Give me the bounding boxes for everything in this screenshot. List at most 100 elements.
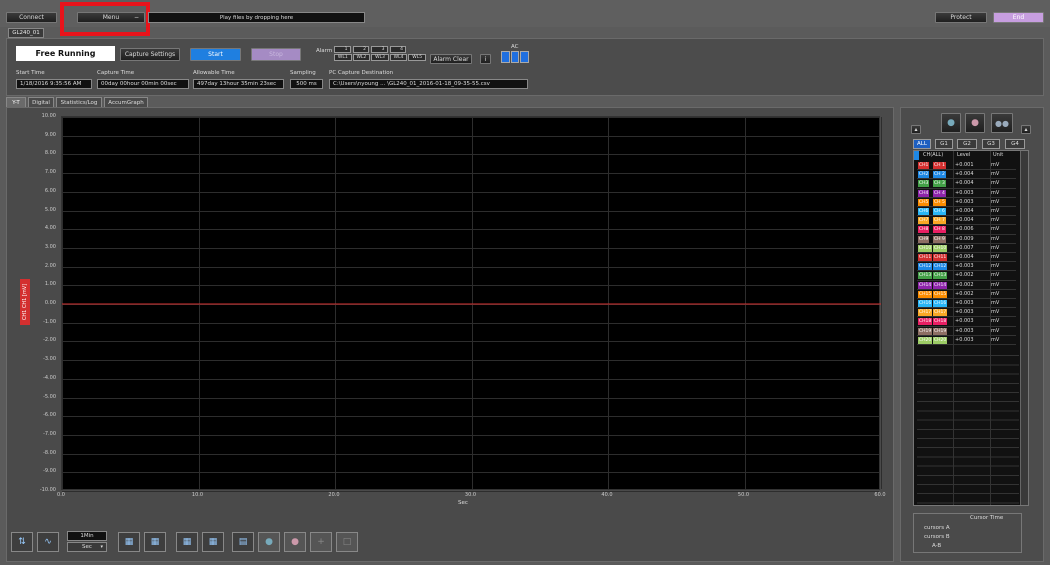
grid-layout-icon[interactable]: ▦	[176, 532, 198, 552]
channel-row[interactable]: CH19 CH19 +0.003 mV	[917, 327, 1016, 336]
channel-level: +0.003	[955, 336, 974, 343]
y-tick-label: -3.00	[43, 356, 56, 363]
channel-row[interactable]: CH15 CH15 +0.002 mV	[917, 290, 1016, 299]
channel-unit: mV	[991, 290, 1000, 297]
connect-button[interactable]: Connect	[6, 12, 57, 23]
group-button-g1[interactable]: G1	[935, 139, 953, 149]
channel-row[interactable]: CH1 CH 1 +0.001 mV	[917, 161, 1016, 171]
channel-row[interactable]: CH9 CH 9 +0.009 mV	[917, 235, 1016, 244]
fit-wave-icon[interactable]: ∿	[37, 532, 59, 552]
channel-row[interactable]: CH2 CH 2 +0.004 mV	[917, 170, 1016, 180]
channel-row[interactable]: CH6 CH 6 +0.004 mV	[917, 207, 1016, 217]
y-tick-label: 4.00	[44, 225, 56, 232]
channel-level: +0.009	[955, 235, 974, 242]
channel-unit: mV	[991, 217, 1000, 224]
channel-scrollbar[interactable]	[1020, 151, 1028, 505]
x-tick-label: 40.0	[601, 492, 613, 498]
start-button[interactable]: Start	[190, 48, 241, 61]
channel-tag: CH19	[918, 327, 933, 335]
file-drop-zone[interactable]: Play files by dropping here	[148, 12, 365, 23]
channel-tag: CH2	[918, 171, 930, 179]
cursor-b-label: cursors B	[924, 534, 950, 540]
cursor-a-toggle-icon[interactable]: ●	[941, 113, 961, 133]
channel-unit: mV	[991, 272, 1000, 279]
channel-level: +0.004	[955, 217, 974, 224]
channel-name-cell: CH19 CH19	[917, 327, 953, 335]
split-down-icon[interactable]: ▦	[118, 532, 140, 552]
stop-button[interactable]: Stop	[251, 48, 301, 61]
group-button-all[interactable]: ALL	[913, 139, 931, 149]
cursor-a-label: cursors A	[924, 525, 950, 531]
channel-row[interactable]: CH8 CH 8 +0.006 mV	[917, 225, 1016, 235]
crosshair-icon[interactable]: +	[310, 532, 332, 552]
y-tick-label: 7.00	[44, 169, 56, 176]
channel-unit: mV	[991, 226, 1000, 233]
channel-row[interactable]: CH17 CH17 +0.003 mV	[917, 308, 1016, 318]
plot-canvas[interactable]	[61, 116, 882, 492]
channel-label: CH 5	[933, 198, 946, 206]
channel-row[interactable]: CH11 CH11 +0.004 mV	[917, 253, 1016, 263]
channel-row[interactable]: CH16 CH16 +0.003 mV	[917, 299, 1016, 309]
alarm-clear-button[interactable]: Alarm Clear	[430, 54, 472, 64]
channel-row[interactable]: CH12 CH12 +0.003 mV	[917, 262, 1016, 272]
pc-capture-dest-value[interactable]: C:\Users\nyoung ... \GL240_01_2016-01-18…	[329, 79, 528, 89]
time-span-value[interactable]: 1Min	[67, 531, 107, 541]
scroll-up-left-button[interactable]: ▴	[911, 125, 921, 134]
group-button-g3[interactable]: G3	[982, 139, 1000, 149]
protect-button[interactable]: Protect	[935, 12, 987, 23]
y-tick-label: 3.00	[44, 243, 56, 250]
cursor-a-icon[interactable]: ●	[258, 532, 280, 552]
tab-statistics-log[interactable]: Statistics/Log	[56, 97, 102, 107]
channel-name-cell: CH18 CH18	[917, 317, 953, 326]
channel-name-cell: CH16 CH16	[917, 299, 953, 307]
channel-tag: CH3	[918, 180, 930, 188]
device-tab[interactable]: GL240_01	[8, 28, 44, 38]
channel-name-cell: CH9 CH 9	[917, 235, 953, 243]
channel-unit: mV	[991, 162, 1000, 168]
y-tick-label: 5.00	[44, 206, 56, 213]
end-button[interactable]: End	[993, 12, 1044, 23]
alarm-indicator-3: 3	[371, 46, 388, 53]
group-button-g4[interactable]: G4	[1005, 139, 1025, 149]
channel-row[interactable]: CH14 CH14 +0.002 mV	[917, 281, 1016, 290]
channel-label: CH 1	[933, 162, 946, 169]
channel-name-cell: CH12 CH12	[917, 262, 953, 271]
y-axis-label[interactable]: CH1 CH1 [mV]	[20, 279, 30, 325]
channel-row[interactable]: CH4 CH 4 +0.003 mV	[917, 189, 1016, 198]
warning-indicator-3: WL3	[371, 54, 389, 61]
channel-row[interactable]: CH5 CH 5 +0.003 mV	[917, 198, 1016, 207]
screen-icon[interactable]: ▤	[232, 532, 254, 552]
info-button[interactable]: i	[480, 54, 491, 64]
channel-row[interactable]: CH13 CH13 +0.002 mV	[917, 271, 1016, 281]
channel-unit: mV	[991, 198, 1000, 205]
channel-row[interactable]: CH20 CH20 +0.003 mV	[917, 336, 1016, 345]
marker-icon[interactable]: □	[336, 532, 358, 552]
group-button-g2[interactable]: G2	[957, 139, 977, 149]
time-span-unit[interactable]: Sec ▾	[67, 542, 107, 552]
grid-layout-alt-icon[interactable]: ▦	[202, 532, 224, 552]
channel-row[interactable]: CH18 CH18 +0.003 mV	[917, 317, 1016, 327]
channel-row[interactable]: CH3 CH 3 +0.004 mV	[917, 179, 1016, 189]
sampling-label: Sampling	[290, 70, 316, 76]
split-up-icon[interactable]: ▦	[144, 532, 166, 552]
channel-row[interactable]: CH7 CH 7 +0.004 mV	[917, 216, 1016, 226]
channel-unit: mV	[991, 300, 1000, 306]
channel-unit: mV	[991, 171, 1000, 178]
channel-col-divider-1	[953, 151, 954, 505]
tab-digital[interactable]: Digital	[28, 97, 54, 107]
scroll-up-right-button[interactable]: ▴	[1021, 125, 1031, 134]
channel-tag: CH6	[918, 208, 930, 215]
tab-accumgraph[interactable]: AccumGraph	[104, 97, 148, 107]
tab-yt[interactable]: Y-T	[6, 97, 26, 107]
cursor-b-toggle-icon[interactable]: ●	[965, 113, 985, 133]
channel-unit: mV	[991, 235, 1000, 242]
cursor-b-icon[interactable]: ●	[284, 532, 306, 552]
cursor-ab-toggle-icon[interactable]: ●●	[991, 113, 1013, 133]
cursor-time-header: Cursor Time	[970, 515, 1004, 521]
capture-settings-button[interactable]: Capture Settings	[120, 48, 180, 61]
channel-row[interactable]: CH10 CH10 +0.007 mV	[917, 244, 1016, 253]
auto-scale-icon[interactable]: ⇅	[11, 532, 33, 552]
cursor-time-table: Cursor Time cursors A cursors B A-B	[913, 513, 1022, 553]
channel-tag: CH11	[918, 254, 933, 261]
channel-name-cell: CH7 CH 7	[917, 216, 953, 225]
